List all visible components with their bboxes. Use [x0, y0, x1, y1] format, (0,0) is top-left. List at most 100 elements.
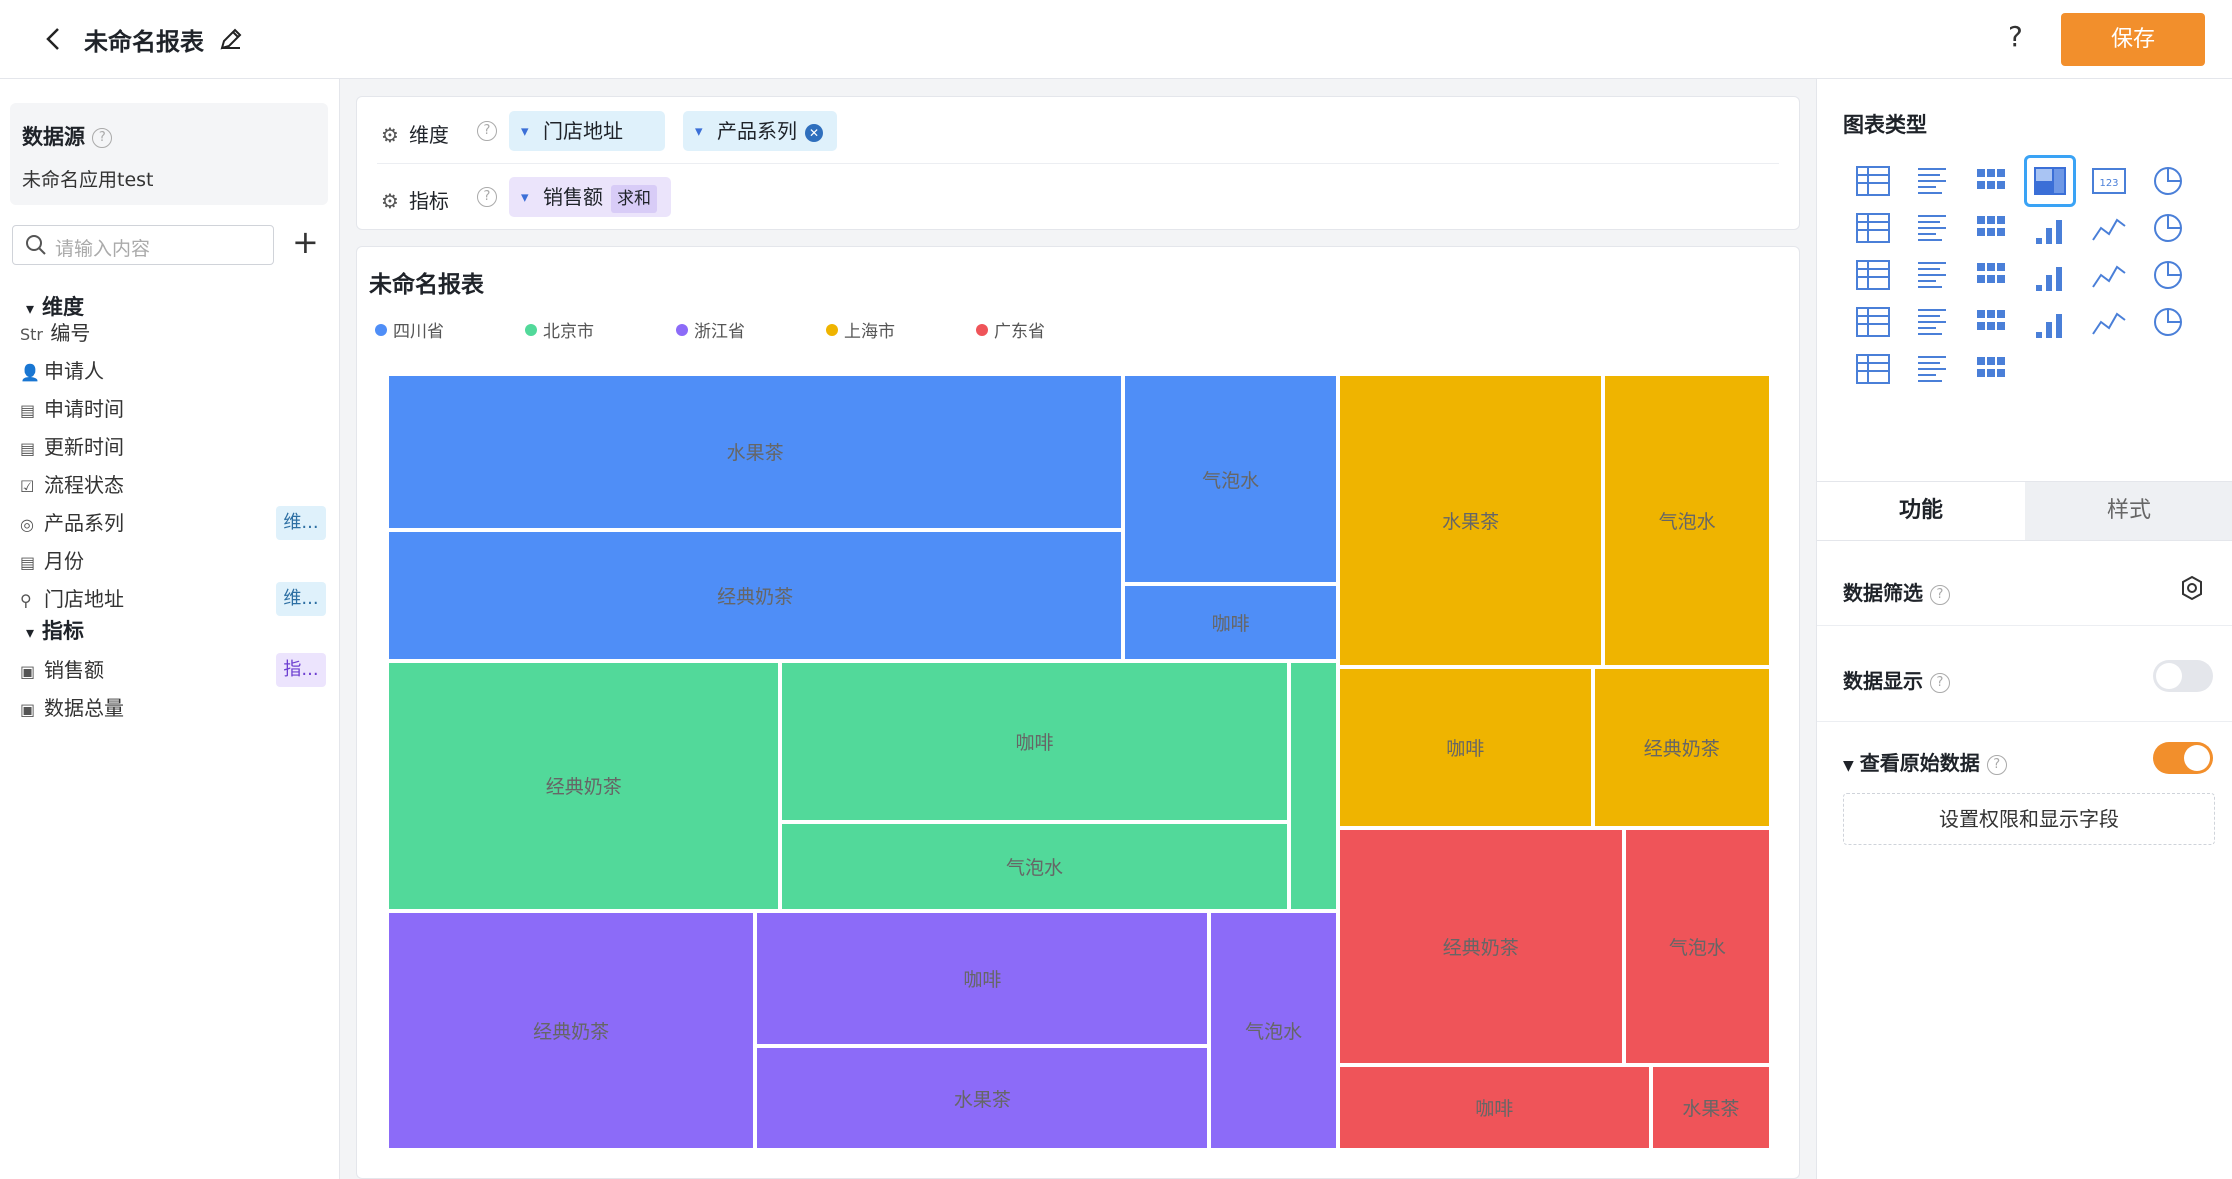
datasource-title: 数据源 [22, 125, 85, 149]
stacked-column-icon[interactable] [2083, 202, 2135, 254]
help-circle-icon[interactable]: ? [1929, 584, 1950, 605]
treemap-cell[interactable]: 气泡水 [1623, 828, 1771, 1065]
funnel-icon[interactable] [2024, 296, 2076, 348]
dimension-chip-product-series[interactable]: 产品系列✕ [683, 111, 837, 151]
add-field-icon[interactable]: + [292, 223, 319, 261]
metric-group-header[interactable]: 指标 [26, 615, 84, 645]
remove-icon[interactable]: ✕ [805, 123, 823, 142]
field-item-total-count[interactable]: ▣ 数据总量 [20, 689, 332, 727]
treemap-cell[interactable]: 水果茶 [387, 374, 1124, 530]
donut-icon[interactable] [2142, 296, 2194, 348]
percent-column-icon[interactable] [2142, 202, 2194, 254]
save-button[interactable]: 保存 [2061, 13, 2205, 66]
scatter-icon[interactable] [1906, 296, 1958, 348]
field-search-input[interactable]: 请输入内容 [12, 225, 274, 265]
metric-chip-sales[interactable]: 销售额求和 [509, 177, 671, 217]
table-icon[interactable] [1847, 155, 1899, 207]
field-item-number[interactable]: Str 编号 [20, 314, 332, 352]
field-item-product-series[interactable]: ◎ 产品系列 维... [20, 504, 332, 542]
pivot-table-icon[interactable] [1965, 155, 2017, 207]
help-circle-icon[interactable]: ? [1929, 672, 1950, 693]
help-circle-icon[interactable]: ? [477, 121, 497, 141]
detail-table-icon[interactable] [1906, 155, 1958, 207]
legend-item[interactable]: 北京市 [525, 317, 594, 342]
legend-item[interactable]: 浙江省 [676, 317, 745, 342]
treemap-cell[interactable] [1288, 660, 1338, 911]
bar-icon[interactable] [1847, 202, 1899, 254]
data-display-toggle[interactable] [2153, 660, 2213, 692]
treemap-cell[interactable]: 水果茶 [1650, 1064, 1771, 1150]
permission-fields-button[interactable]: 设置权限和显示字段 [1843, 793, 2215, 845]
str-icon: Str [20, 325, 44, 344]
percent-area-icon[interactable] [1847, 296, 1899, 348]
treemap-cell[interactable]: 气泡水 [1209, 910, 1338, 1150]
field-item-store-address[interactable]: ⚲ 门店地址 维... [20, 580, 332, 618]
line-icon[interactable] [2024, 249, 2076, 301]
field-item-sales[interactable]: ▣ 销售额 指... [20, 651, 332, 689]
field-item-month[interactable]: ▤ 月份 [20, 542, 332, 580]
kpi-icon[interactable]: 123 [2083, 155, 2135, 207]
dimension-tag: 维... [276, 506, 326, 540]
treemap-cell[interactable]: 水果茶 [1337, 374, 1604, 668]
treemap-icon[interactable] [2024, 155, 2076, 207]
treemap-cell[interactable]: 咖啡 [1123, 584, 1338, 661]
treemap-cell[interactable]: 经典奶茶 [1592, 667, 1771, 829]
field-item-applicant[interactable]: 👤 申请人 [20, 352, 332, 390]
aggregation-badge[interactable]: 求和 [611, 184, 657, 213]
treemap-cell[interactable]: 经典奶茶 [1337, 828, 1624, 1065]
percent-bar-icon[interactable] [1965, 202, 2017, 254]
histogram-icon[interactable] [1847, 249, 1899, 301]
datasource-name[interactable]: 未命名应用test [22, 165, 154, 192]
rose-icon[interactable] [1847, 343, 1899, 395]
treemap-cell[interactable]: 经典奶茶 [387, 660, 781, 911]
treemap-cell[interactable]: 经典奶茶 [387, 529, 1124, 661]
edit-icon[interactable] [218, 26, 244, 52]
treemap-cell[interactable]: 气泡水 [1123, 374, 1338, 585]
stacked-bar-icon[interactable] [1906, 202, 1958, 254]
radar-icon[interactable] [1906, 343, 1958, 395]
help-circle-icon[interactable]: ? [1986, 754, 2007, 775]
legend-item[interactable]: 上海市 [826, 317, 895, 342]
dimension-settings-icon[interactable]: ⚙ [381, 123, 399, 147]
caret-down-icon[interactable]: ▼ [1843, 758, 1854, 774]
waterfall-icon[interactable] [1906, 249, 1958, 301]
treemap-cell[interactable]: 咖啡 [780, 660, 1289, 822]
legend-item[interactable]: 四川省 [375, 317, 444, 342]
stacked-area-icon[interactable] [2142, 249, 2194, 301]
field-item-update-time[interactable]: ▤ 更新时间 [20, 428, 332, 466]
treemap-cell[interactable]: 咖啡 [755, 910, 1210, 1047]
pie-icon[interactable] [2083, 296, 2135, 348]
field-item-flow-status[interactable]: ☑ 流程状态 [20, 466, 332, 504]
treemap-cell[interactable]: 气泡水 [1603, 374, 1771, 668]
metric-settings-icon[interactable]: ⚙ [381, 189, 399, 213]
tab-style[interactable]: 样式 [2025, 482, 2232, 540]
treemap-cell[interactable]: 咖啡 [1337, 667, 1593, 829]
data-filter-label: 数据筛选 [1843, 581, 1923, 605]
filter-settings-icon[interactable] [2179, 575, 2205, 601]
back-arrow-icon[interactable] [40, 24, 68, 54]
map-icon[interactable] [2142, 155, 2194, 207]
divider [377, 163, 1779, 164]
tab-function[interactable]: 功能 [1817, 482, 2025, 540]
legend-dot-icon [976, 324, 988, 336]
treemap-cell[interactable]: 咖啡 [1337, 1064, 1651, 1150]
dot-line-icon[interactable] [1965, 296, 2017, 348]
help-circle-icon[interactable]: ? [92, 128, 113, 148]
treemap-cell[interactable]: 水果茶 [755, 1046, 1210, 1150]
field-item-apply-time[interactable]: ▤ 申请时间 [20, 390, 332, 428]
calendar-icon: ▤ [20, 401, 36, 420]
divider [1817, 625, 2232, 626]
dimension-label: 维度 [408, 123, 449, 147]
treemap-cell[interactable]: 气泡水 [780, 822, 1289, 911]
help-icon[interactable]: ? [2008, 20, 2023, 53]
help-circle-icon[interactable]: ? [477, 187, 497, 207]
legend-item[interactable]: 广东省 [976, 317, 1045, 342]
column-icon[interactable] [2024, 202, 2076, 254]
area-icon[interactable] [2083, 249, 2135, 301]
gauge-icon[interactable] [1965, 343, 2017, 395]
treemap-cell[interactable]: 经典奶茶 [387, 910, 756, 1150]
dimension-chip-store-address[interactable]: 门店地址 [509, 111, 665, 151]
treemap-chart: 水果茶 经典奶茶 气泡水 咖啡 经典奶茶 咖啡 气泡水 经典奶茶 咖啡 水果茶 气泡水 水果茶 气泡水咖… [387, 374, 1771, 1150]
combo-icon[interactable] [1965, 249, 2017, 301]
raw-data-toggle[interactable] [2153, 742, 2213, 774]
